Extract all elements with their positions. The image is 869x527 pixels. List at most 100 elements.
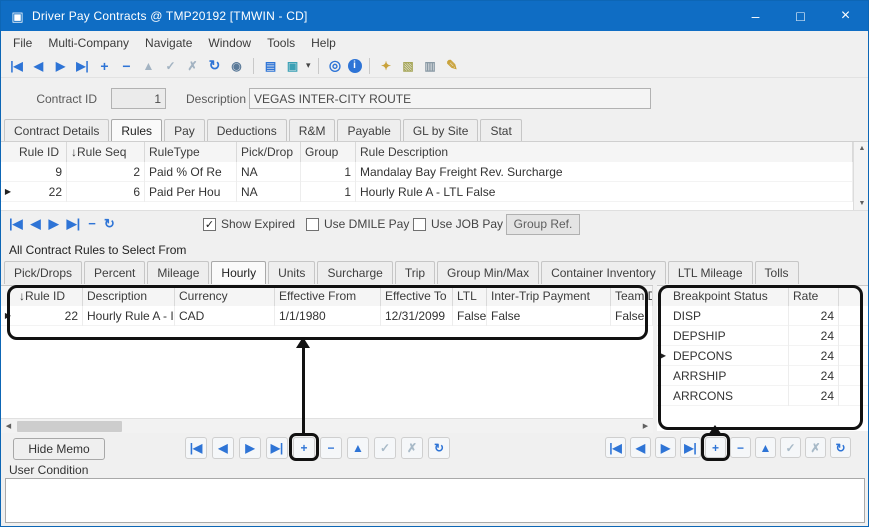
form-icon[interactable]: ▥ bbox=[421, 56, 440, 75]
hide-memo-button[interactable]: Hide Memo bbox=[13, 438, 105, 460]
column-header[interactable]: Team D bbox=[611, 286, 653, 306]
delete-icon[interactable]: − bbox=[88, 216, 96, 232]
table-row[interactable]: 9 2 Paid % Of Re NA 1 Mandalay Bay Freig… bbox=[1, 162, 869, 182]
column-header[interactable]: Currency bbox=[175, 286, 275, 306]
tab-percent[interactable]: Percent bbox=[84, 261, 145, 284]
tab-contract-details[interactable]: Contract Details bbox=[4, 119, 109, 142]
nav-last-button[interactable]: ▶| bbox=[680, 437, 701, 458]
column-header[interactable]: LTL bbox=[453, 286, 487, 306]
table-row[interactable]: DISP 24 bbox=[657, 306, 869, 326]
delete-button[interactable]: − bbox=[320, 437, 342, 459]
menu-multi-company[interactable]: Multi-Company bbox=[40, 32, 137, 54]
column-header[interactable]: Effective To bbox=[381, 286, 453, 306]
tab-pay[interactable]: Pay bbox=[164, 119, 205, 142]
nav-next-icon[interactable]: ▶ bbox=[49, 216, 59, 232]
scroll-left-icon[interactable]: ◀ bbox=[1, 422, 16, 430]
nav-prev-button[interactable]: ◀ bbox=[630, 437, 651, 458]
refresh-button[interactable]: ↻ bbox=[428, 437, 450, 459]
tab-surcharge[interactable]: Surcharge bbox=[317, 261, 392, 284]
scroll-down-icon[interactable]: ▼ bbox=[859, 200, 866, 207]
user-condition-input[interactable] bbox=[5, 478, 865, 523]
column-header[interactable]: Rule ID bbox=[15, 142, 67, 162]
refresh-icon[interactable]: ↻ bbox=[205, 56, 224, 75]
nav-last-icon[interactable]: ▶| bbox=[73, 56, 92, 75]
table-row[interactable]: DEPSHIP 24 bbox=[657, 326, 869, 346]
table-row-selected[interactable]: ▶ DEPCONS 24 bbox=[657, 346, 869, 366]
print-icon[interactable]: ▤ bbox=[261, 56, 280, 75]
edit-icon[interactable]: ✎ bbox=[443, 56, 462, 75]
nav-next-button[interactable]: ▶ bbox=[655, 437, 676, 458]
delete-button[interactable]: − bbox=[730, 437, 751, 458]
table-row-selected[interactable]: ▶ 22 Hourly Rule A - I CAD 1/1/1980 12/3… bbox=[1, 306, 653, 326]
show-expired-checkbox[interactable]: ✓ Show Expired bbox=[203, 217, 295, 231]
column-header[interactable]: Description bbox=[83, 286, 175, 306]
tab-deductions[interactable]: Deductions bbox=[207, 119, 287, 142]
tab-container-inventory[interactable]: Container Inventory bbox=[541, 261, 666, 284]
menu-tools[interactable]: Tools bbox=[259, 32, 303, 54]
column-header[interactable]: Effective From bbox=[275, 286, 381, 306]
scroll-up-icon[interactable]: ▲ bbox=[859, 145, 866, 152]
refresh-icon[interactable]: ↻ bbox=[104, 216, 115, 232]
tab-tolls[interactable]: Tolls bbox=[755, 261, 799, 284]
menu-navigate[interactable]: Navigate bbox=[137, 32, 200, 54]
refresh-button[interactable]: ↻ bbox=[830, 437, 851, 458]
column-header[interactable]: ↓Rule ID bbox=[15, 286, 83, 306]
vertical-scrollbar[interactable]: ▲ ▼ bbox=[853, 142, 869, 210]
nav-prev-icon[interactable]: ◀ bbox=[29, 56, 48, 75]
column-header[interactable]: Pick/Drop bbox=[237, 142, 301, 162]
nav-first-button[interactable]: |◀ bbox=[185, 437, 207, 459]
nav-first-icon[interactable]: |◀ bbox=[7, 56, 26, 75]
column-header[interactable]: Group bbox=[301, 142, 356, 162]
tab-rm[interactable]: R&M bbox=[289, 119, 336, 142]
nav-next-button[interactable]: ▶ bbox=[239, 437, 261, 459]
tab-trip[interactable]: Trip bbox=[395, 261, 435, 284]
tab-gl-by-site[interactable]: GL by Site bbox=[403, 119, 479, 142]
table-row[interactable]: ARRSHIP 24 bbox=[657, 366, 869, 386]
menu-help[interactable]: Help bbox=[303, 32, 344, 54]
minimize-button[interactable]: – bbox=[733, 1, 778, 31]
move-up-button[interactable]: ▲ bbox=[755, 437, 776, 458]
cancel-button[interactable]: ✗ bbox=[805, 437, 826, 458]
nav-first-icon[interactable]: |◀ bbox=[9, 216, 23, 232]
dropdown-caret-icon[interactable]: ▾ bbox=[306, 60, 311, 71]
add-icon[interactable]: + bbox=[95, 56, 114, 75]
key-icon[interactable]: ✦ bbox=[377, 56, 396, 75]
move-up-icon[interactable]: ▲ bbox=[139, 56, 158, 75]
save-button[interactable]: ✓ bbox=[780, 437, 801, 458]
view-icon[interactable]: ◉ bbox=[227, 56, 246, 75]
tab-payable[interactable]: Payable bbox=[337, 119, 400, 142]
globe-icon[interactable]: ◎ bbox=[326, 56, 345, 75]
cancel-icon[interactable]: ✗ bbox=[183, 56, 202, 75]
tab-mileage[interactable]: Mileage bbox=[147, 261, 209, 284]
nav-next-icon[interactable]: ▶ bbox=[51, 56, 70, 75]
description-field[interactable] bbox=[249, 88, 651, 109]
column-header[interactable]: Rate bbox=[789, 286, 839, 306]
nav-prev-icon[interactable]: ◀ bbox=[31, 216, 41, 232]
info-icon[interactable]: i bbox=[348, 59, 362, 73]
tab-units[interactable]: Units bbox=[268, 261, 315, 284]
horizontal-scrollbar[interactable]: ◀ ▶ bbox=[1, 418, 653, 433]
group-ref-button[interactable]: Group Ref. bbox=[506, 214, 580, 235]
delete-icon[interactable]: − bbox=[117, 56, 136, 75]
add-button[interactable]: + bbox=[293, 437, 315, 459]
tab-rules[interactable]: Rules bbox=[111, 119, 162, 142]
move-up-button[interactable]: ▲ bbox=[347, 437, 369, 459]
close-button[interactable]: × bbox=[823, 1, 868, 31]
table-row[interactable]: ARRCONS 24 bbox=[657, 386, 869, 406]
column-header[interactable]: RuleType bbox=[145, 142, 237, 162]
scrollbar-thumb[interactable] bbox=[17, 421, 122, 432]
tab-group-min-max[interactable]: Group Min/Max bbox=[437, 261, 539, 284]
column-header[interactable]: Rule Description bbox=[356, 142, 853, 162]
tab-stat[interactable]: Stat bbox=[480, 119, 521, 142]
column-header[interactable]: ↓Rule Seq bbox=[67, 142, 145, 162]
nav-first-button[interactable]: |◀ bbox=[605, 437, 626, 458]
use-dmile-pay-checkbox[interactable]: Use DMILE Pay bbox=[306, 217, 409, 231]
menu-window[interactable]: Window bbox=[200, 32, 259, 54]
column-header[interactable]: Breakpoint Status bbox=[669, 286, 789, 306]
contract-id-field[interactable] bbox=[111, 88, 166, 109]
tab-pick-drops[interactable]: Pick/Drops bbox=[4, 261, 82, 284]
cancel-button[interactable]: ✗ bbox=[401, 437, 423, 459]
table-row-selected[interactable]: ▶ 22 6 Paid Per Hou NA 1 Hourly Rule A -… bbox=[1, 182, 869, 202]
nav-last-icon[interactable]: ▶| bbox=[67, 216, 81, 232]
maximize-button[interactable]: □ bbox=[778, 1, 823, 31]
